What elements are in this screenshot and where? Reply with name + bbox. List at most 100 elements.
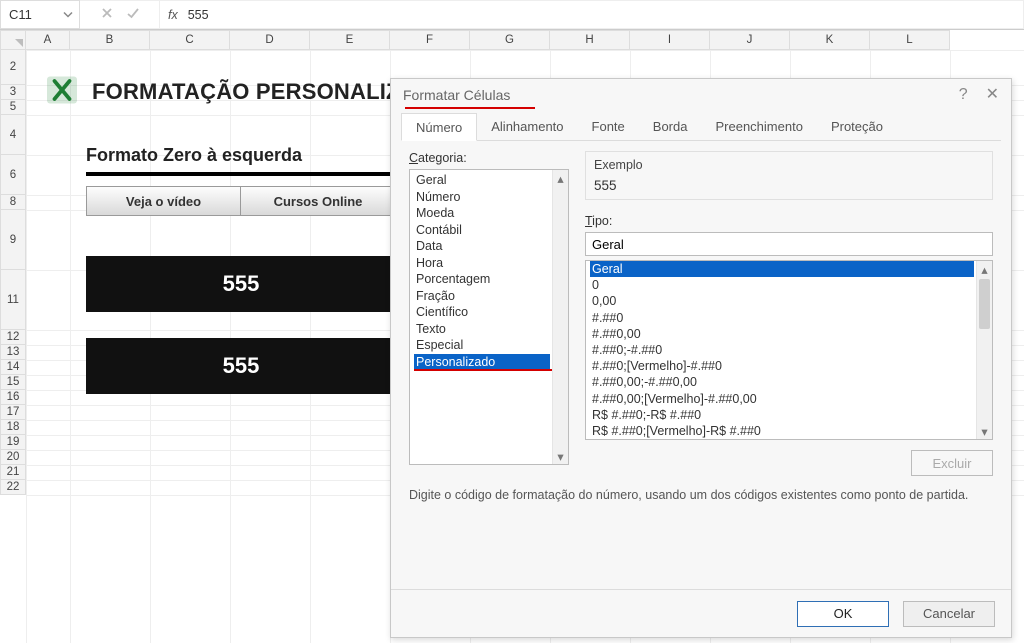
row-header[interactable]: 22: [0, 480, 26, 495]
example-value: 555: [594, 178, 984, 193]
subtitle-rule: [86, 172, 396, 176]
categoria-item[interactable]: Personalizado: [414, 354, 550, 371]
scrollbar-thumb[interactable]: [979, 279, 990, 329]
cancel-icon[interactable]: [100, 6, 114, 23]
row-header[interactable]: 11: [0, 270, 26, 330]
column-headers: ABCDEFGHIJKL: [26, 30, 1024, 50]
scrollbar[interactable]: ▴ ▾: [552, 170, 568, 464]
column-header[interactable]: G: [470, 30, 550, 50]
format-item[interactable]: #.##0;-#.##0: [590, 342, 974, 358]
cancel-button[interactable]: Cancelar: [903, 601, 995, 627]
categoria-listbox[interactable]: GeralNúmeroMoedaContábilDataHoraPorcenta…: [409, 169, 569, 465]
categoria-item[interactable]: Hora: [414, 255, 550, 272]
tab-preenchimento[interactable]: Preenchimento: [701, 113, 816, 140]
dialog-title: Formatar Células: [403, 87, 510, 103]
scroll-down-icon[interactable]: ▾: [553, 448, 568, 464]
value-cell-2[interactable]: 555: [86, 338, 396, 394]
categoria-item[interactable]: Número: [414, 189, 550, 206]
row-header[interactable]: 16: [0, 390, 26, 405]
row-header[interactable]: 20: [0, 450, 26, 465]
annotation-underline-icon: [405, 107, 535, 109]
row-header[interactable]: 21: [0, 465, 26, 480]
format-item[interactable]: 0: [590, 277, 974, 293]
confirm-icon[interactable]: [126, 6, 140, 23]
format-item[interactable]: 0,00: [590, 293, 974, 309]
tipo-label: Tipo:: [585, 214, 993, 228]
column-header[interactable]: H: [550, 30, 630, 50]
categoria-item[interactable]: Texto: [414, 321, 550, 338]
column-header[interactable]: K: [790, 30, 870, 50]
format-item[interactable]: #.##0,00;-#.##0,00: [590, 374, 974, 390]
video-button[interactable]: Veja o vídeo: [86, 186, 241, 216]
column-header[interactable]: D: [230, 30, 310, 50]
categoria-item[interactable]: Especial: [414, 337, 550, 354]
dialog-footer: OK Cancelar: [391, 589, 1011, 637]
row-header[interactable]: 12: [0, 330, 26, 345]
format-item[interactable]: #.##0;[Vermelho]-#.##0: [590, 358, 974, 374]
scrollbar[interactable]: ▴ ▾: [976, 261, 992, 439]
categoria-item[interactable]: Porcentagem: [414, 271, 550, 288]
value-cell-1[interactable]: 555: [86, 256, 396, 312]
hint-text: Digite o código de formatação do número,…: [391, 476, 1011, 502]
categoria-item[interactable]: Fração: [414, 288, 550, 305]
name-box-value: C11: [9, 7, 32, 22]
row-header[interactable]: 19: [0, 435, 26, 450]
ok-button[interactable]: OK: [797, 601, 889, 627]
categoria-item[interactable]: Geral: [414, 172, 550, 189]
tab-número[interactable]: Número: [401, 113, 477, 141]
row-header[interactable]: 4: [0, 115, 26, 155]
format-item[interactable]: R$ #.##0,00;-R$ #.##0,00: [590, 439, 974, 440]
column-header[interactable]: I: [630, 30, 710, 50]
row-header[interactable]: 5: [0, 100, 26, 115]
tipo-input[interactable]: [585, 232, 993, 256]
row-header[interactable]: 14: [0, 360, 26, 375]
row-header[interactable]: 18: [0, 420, 26, 435]
format-item[interactable]: Geral: [590, 261, 974, 277]
delete-button[interactable]: Excluir: [911, 450, 993, 476]
select-all-corner[interactable]: [0, 30, 26, 50]
cursos-online-button[interactable]: Cursos Online: [241, 186, 396, 216]
name-box[interactable]: C11: [0, 0, 80, 29]
column-header[interactable]: B: [70, 30, 150, 50]
tab-alinhamento[interactable]: Alinhamento: [477, 113, 577, 140]
categoria-item[interactable]: Data: [414, 238, 550, 255]
row-header[interactable]: 9: [0, 210, 26, 270]
row-header[interactable]: 13: [0, 345, 26, 360]
dialog-titlebar[interactable]: Formatar Células ? ✕: [391, 79, 1011, 111]
column-header[interactable]: C: [150, 30, 230, 50]
format-item[interactable]: #.##0,00;[Vermelho]-#.##0,00: [590, 391, 974, 407]
formula-bar: C11 fx 555: [0, 0, 1024, 30]
formula-input-area[interactable]: fx 555: [160, 0, 1024, 29]
row-header[interactable]: 2: [0, 50, 26, 85]
format-item[interactable]: R$ #.##0;[Vermelho]-R$ #.##0: [590, 423, 974, 439]
scroll-down-icon[interactable]: ▾: [977, 423, 992, 439]
categoria-item[interactable]: Contábil: [414, 222, 550, 239]
close-icon[interactable]: ✕: [986, 87, 999, 103]
chevron-down-icon[interactable]: [63, 7, 73, 22]
column-header[interactable]: A: [26, 30, 70, 50]
tab-proteção[interactable]: Proteção: [817, 113, 897, 140]
row-header[interactable]: 17: [0, 405, 26, 420]
row-header[interactable]: 15: [0, 375, 26, 390]
column-header[interactable]: F: [390, 30, 470, 50]
format-item[interactable]: R$ #.##0;-R$ #.##0: [590, 407, 974, 423]
row-header[interactable]: 8: [0, 195, 26, 210]
row-header[interactable]: 6: [0, 155, 26, 195]
tab-fonte[interactable]: Fonte: [578, 113, 639, 140]
column-header[interactable]: E: [310, 30, 390, 50]
scroll-up-icon[interactable]: ▴: [553, 170, 568, 186]
format-listbox[interactable]: Geral00,00#.##0#.##0,00#.##0;-#.##0#.##0…: [585, 260, 993, 440]
row-header[interactable]: 3: [0, 85, 26, 100]
format-item[interactable]: #.##0: [590, 310, 974, 326]
categoria-item[interactable]: Moeda: [414, 205, 550, 222]
help-icon[interactable]: ?: [959, 87, 968, 103]
tab-borda[interactable]: Borda: [639, 113, 702, 140]
column-header[interactable]: L: [870, 30, 950, 50]
formula-value: 555: [188, 8, 209, 22]
format-item[interactable]: #.##0,00: [590, 326, 974, 342]
column-header[interactable]: J: [710, 30, 790, 50]
fx-label: fx: [168, 8, 178, 22]
formula-bar-actions: [80, 0, 160, 29]
scroll-up-icon[interactable]: ▴: [977, 261, 992, 277]
categoria-item[interactable]: Científico: [414, 304, 550, 321]
